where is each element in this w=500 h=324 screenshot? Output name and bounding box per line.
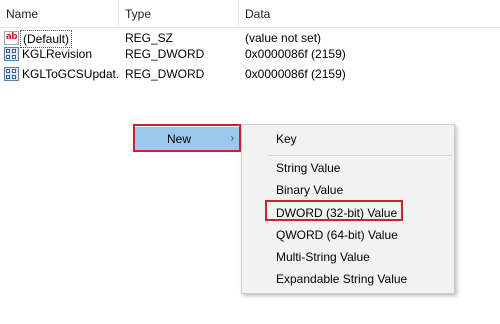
submenu-arrow-icon: › — [230, 133, 234, 144]
dword-value-icon — [4, 47, 19, 61]
menu-item-dword-value[interactable]: DWORD (32-bit) Value — [242, 202, 454, 224]
menu-item-label: QWORD (64-bit) Value — [276, 228, 398, 242]
menu-item-label: Key — [276, 132, 297, 146]
string-value-icon: ab — [4, 31, 19, 45]
value-type: REG_DWORD — [125, 67, 205, 81]
registry-value-row[interactable]: KGLRevision REG_DWORD 0x0000086f (2159) — [0, 44, 500, 64]
value-type: REG_DWORD — [125, 47, 205, 61]
new-submenu: Key String Value Binary Value DWORD (32-… — [241, 124, 455, 294]
value-name: KGLToGCSUpdat... — [22, 67, 119, 81]
column-header-data[interactable]: Data — [239, 0, 500, 27]
registry-value-row[interactable]: KGLToGCSUpdat... REG_DWORD 0x0000086f (2… — [0, 64, 500, 84]
menu-item-multi-string-value[interactable]: Multi-String Value — [242, 246, 454, 268]
new-label: New — [167, 132, 192, 146]
value-name-cell: KGLToGCSUpdat... — [4, 64, 119, 84]
context-menu-new[interactable]: New › — [135, 127, 240, 151]
menu-item-string-value[interactable]: String Value — [242, 157, 454, 179]
menu-separator — [268, 155, 452, 156]
value-name-cell: KGLRevision — [4, 44, 119, 64]
value-list-header: Name Type Data — [0, 0, 500, 28]
menu-item-label: Multi-String Value — [276, 250, 370, 264]
value-data: 0x0000086f (2159) — [245, 67, 346, 81]
menu-item-label: Expandable String Value — [276, 272, 408, 286]
menu-item-label: String Value — [276, 161, 341, 175]
menu-item-label: DWORD (32-bit) Value — [276, 206, 398, 220]
value-data: 0x0000086f (2159) — [245, 47, 346, 61]
column-header-type[interactable]: Type — [119, 0, 239, 27]
menu-item-key[interactable]: Key — [242, 128, 454, 150]
menu-item-qword-value[interactable]: QWORD (64-bit) Value — [242, 224, 454, 246]
menu-item-binary-value[interactable]: Binary Value — [242, 179, 454, 201]
value-name: KGLRevision — [22, 47, 93, 61]
menu-item-expandable-string-value[interactable]: Expandable String Value — [242, 268, 454, 290]
menu-item-label: Binary Value — [276, 183, 344, 197]
dword-value-icon — [4, 67, 19, 81]
column-header-name[interactable]: Name — [0, 0, 119, 27]
